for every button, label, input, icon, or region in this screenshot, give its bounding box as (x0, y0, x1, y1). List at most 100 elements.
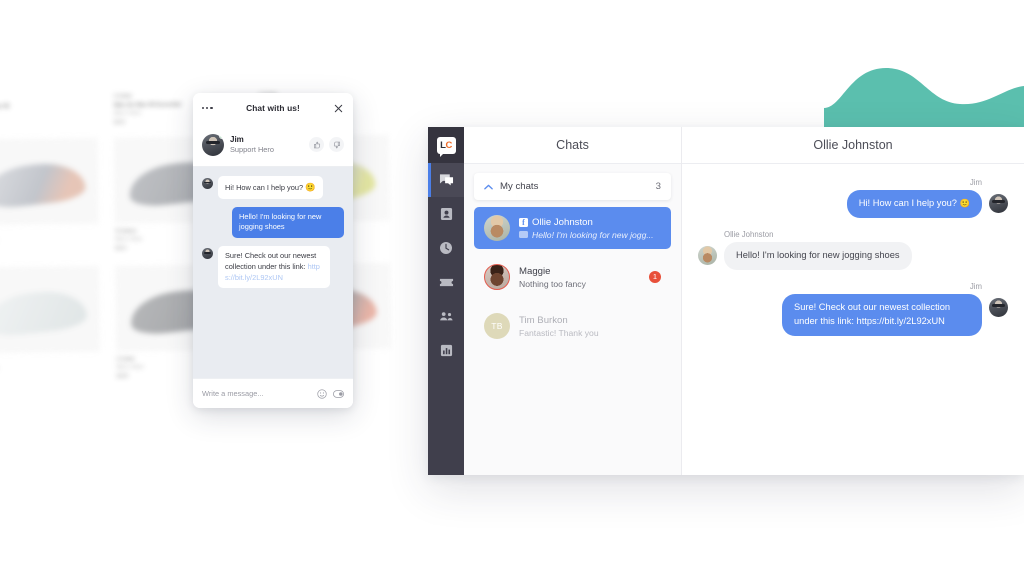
screenshot-root: 1 Color Nike Air Max 95 Men's Shoe $160 … (0, 0, 1024, 576)
chat-item-preview: Nothing too fancy (519, 278, 586, 289)
sidebar-item-reports[interactable] (428, 333, 464, 367)
chat-list-body: My chats 3 f Ollie Johnston Hello! I'm l… (464, 164, 681, 475)
teal-wave-decoration (824, 68, 1024, 132)
widget-message: Hello! I'm looking for new jogging shoes (202, 206, 344, 239)
chat-widget-title: Chat with us! (246, 103, 300, 113)
chat-item-name: Maggie (519, 265, 551, 277)
chat-list-column: Chats My chats 3 f Ollie Johnston Hello!… (464, 127, 682, 475)
my-chats-count: 3 (655, 181, 661, 192)
my-chats-label: My chats (500, 181, 539, 192)
message-line: Hi! How can I help you? 🙂 (846, 190, 1008, 218)
message-bubble: Hello! I'm looking for new jogging shoes (724, 241, 912, 270)
rating-buttons (309, 137, 344, 152)
message-bubble: Hello! I'm looking for new jogging shoes (232, 206, 344, 239)
chat-item-meta: Tim Burkon Fantastic! Thank you (519, 315, 661, 338)
online-status-dot (219, 133, 224, 139)
sidebar-item-tickets[interactable] (428, 265, 464, 299)
conversation-header-title: Ollie Johnston (682, 127, 1024, 164)
contact-card-icon (440, 207, 452, 221)
product-thumbnail (0, 137, 99, 226)
chat-icon (439, 174, 453, 186)
sidebar-item-archives[interactable] (428, 231, 464, 265)
ticket-icon (439, 278, 453, 286)
chat-item-name-row: f Ollie Johnston (519, 217, 661, 228)
avatar (989, 297, 1008, 317)
avatar (202, 133, 224, 156)
widget-message: Sure! Check out our newest collection un… (202, 246, 344, 289)
chat-item-meta: f Ollie Johnston Hello! I'm looking for … (519, 217, 661, 240)
product-colors: 1 Color (0, 94, 98, 101)
chat-item-preview: Hello! I'm looking for new jogg... (532, 229, 654, 240)
avatar (202, 248, 213, 260)
agent-role: Support Hero (230, 144, 274, 154)
product-price: $100 (0, 374, 101, 381)
message-line: Sure! Check out our newest collection un… (782, 293, 1008, 336)
conversation-column: Ollie Johnston Jim Hi! How can I help yo… (682, 127, 1024, 475)
chat-item-name-row: Maggie (519, 266, 640, 277)
chat-item-preview-row: Hello! I'm looking for new jogg... (519, 230, 661, 240)
message-bubble: Sure! Check out our newest collection un… (782, 293, 982, 336)
product-price: $110 (0, 246, 99, 253)
agent-name: Jim (230, 134, 244, 144)
avatar (698, 245, 717, 265)
product-category: Men's Shoe (0, 111, 98, 118)
chat-item-name-row: Tim Burkon (519, 315, 661, 326)
logo-letter-c: C (445, 139, 452, 151)
message-line: Hello! I'm looking for new jogging shoes (698, 241, 912, 270)
close-icon[interactable] (333, 103, 344, 114)
message-author: Ollie Johnston (724, 229, 774, 239)
facebook-icon: f (519, 217, 528, 227)
chat-item-name: Ollie Johnston (532, 216, 593, 228)
unread-badge: 1 (649, 271, 661, 283)
message-text: Sure! Check out our newest collection un… (794, 301, 951, 326)
chat-list-item-tim[interactable]: TB Tim Burkon Fantastic! Thank you (474, 305, 671, 347)
chat-widget-messages: Hi! How can I help you? 🙂 Hello! I'm loo… (193, 167, 353, 378)
smiley-emoji-icon: 🙂 (305, 182, 316, 192)
message-author: Jim (969, 281, 982, 291)
chat-item-meta: Maggie Nothing too fancy (519, 266, 640, 289)
clock-icon (440, 242, 452, 254)
message-input[interactable]: Write a message... (202, 389, 311, 398)
people-icon (439, 311, 453, 320)
sidebar-item-chats[interactable] (428, 163, 464, 197)
thumbs-up-icon[interactable] (309, 137, 324, 152)
emoji-icon[interactable] (317, 388, 327, 399)
thumbs-down-icon[interactable] (329, 137, 344, 152)
chat-widget: Chat with us! Jim Support Hero Hi! How c… (193, 93, 353, 408)
conversation-message: Ollie Johnston Hello! I'm looking for ne… (698, 230, 1008, 270)
bar-chart-icon (440, 344, 452, 356)
chat-list-item-ollie[interactable]: f Ollie Johnston Hello! I'm looking for … (474, 207, 671, 249)
product-thumbnail (0, 265, 101, 354)
sidebar-item-contacts[interactable] (428, 197, 464, 231)
chat-widget-composer: Write a message... (193, 378, 353, 408)
message-text: Hello! I'm looking for new jogging shoes (736, 249, 900, 260)
chat-widget-agent-bar: Jim Support Hero (193, 123, 353, 167)
product-price: $160 (0, 120, 98, 127)
livechat-app-window: LC Chats My chats 3 f Ollie Johnston Hel… (428, 127, 1024, 475)
my-chats-group-header[interactable]: My chats 3 (474, 173, 671, 200)
chat-item-preview-row: Fantastic! Thank you (519, 328, 661, 338)
background-product-card: 1 Color Men's Shoe $100 (0, 265, 101, 381)
conversation-message: Jim Hi! How can I help you? 🙂 (698, 178, 1008, 218)
chat-list-item-maggie[interactable]: Maggie Nothing too fancy 1 (474, 256, 671, 298)
message-bubble: Hi! How can I help you? 🙂 (846, 190, 982, 218)
conversation-messages: Jim Hi! How can I help you? 🙂 Ollie John… (682, 164, 1024, 475)
message-text: Hello! I'm looking for new jogging shoes (239, 211, 322, 232)
avatar (484, 264, 510, 290)
app-sidebar-rail: LC (428, 127, 464, 475)
sidebar-item-team[interactable] (428, 299, 464, 333)
app-logo[interactable]: LC (428, 127, 464, 163)
chevron-up-icon (484, 184, 493, 189)
chat-item-preview-row: Nothing too fancy (519, 279, 640, 289)
message-bubble: Sure! Check out our newest collection un… (218, 246, 330, 289)
chat-widget-header: Chat with us! (193, 93, 353, 123)
agent-info: Jim Support Hero (230, 135, 274, 155)
attachment-icon[interactable] (333, 389, 344, 398)
product-category: Men's Shoe (0, 237, 99, 244)
avatar (202, 178, 213, 189)
background-product-card: 1 Color Nike Air Max 95 Men's Shoe $160 (0, 89, 98, 127)
message-text: Hi! How can I help you? (225, 183, 306, 192)
avatar (989, 194, 1008, 213)
chat-item-preview: Fantastic! Thank you (519, 327, 599, 338)
product-category: Men's Shoe (0, 365, 101, 372)
